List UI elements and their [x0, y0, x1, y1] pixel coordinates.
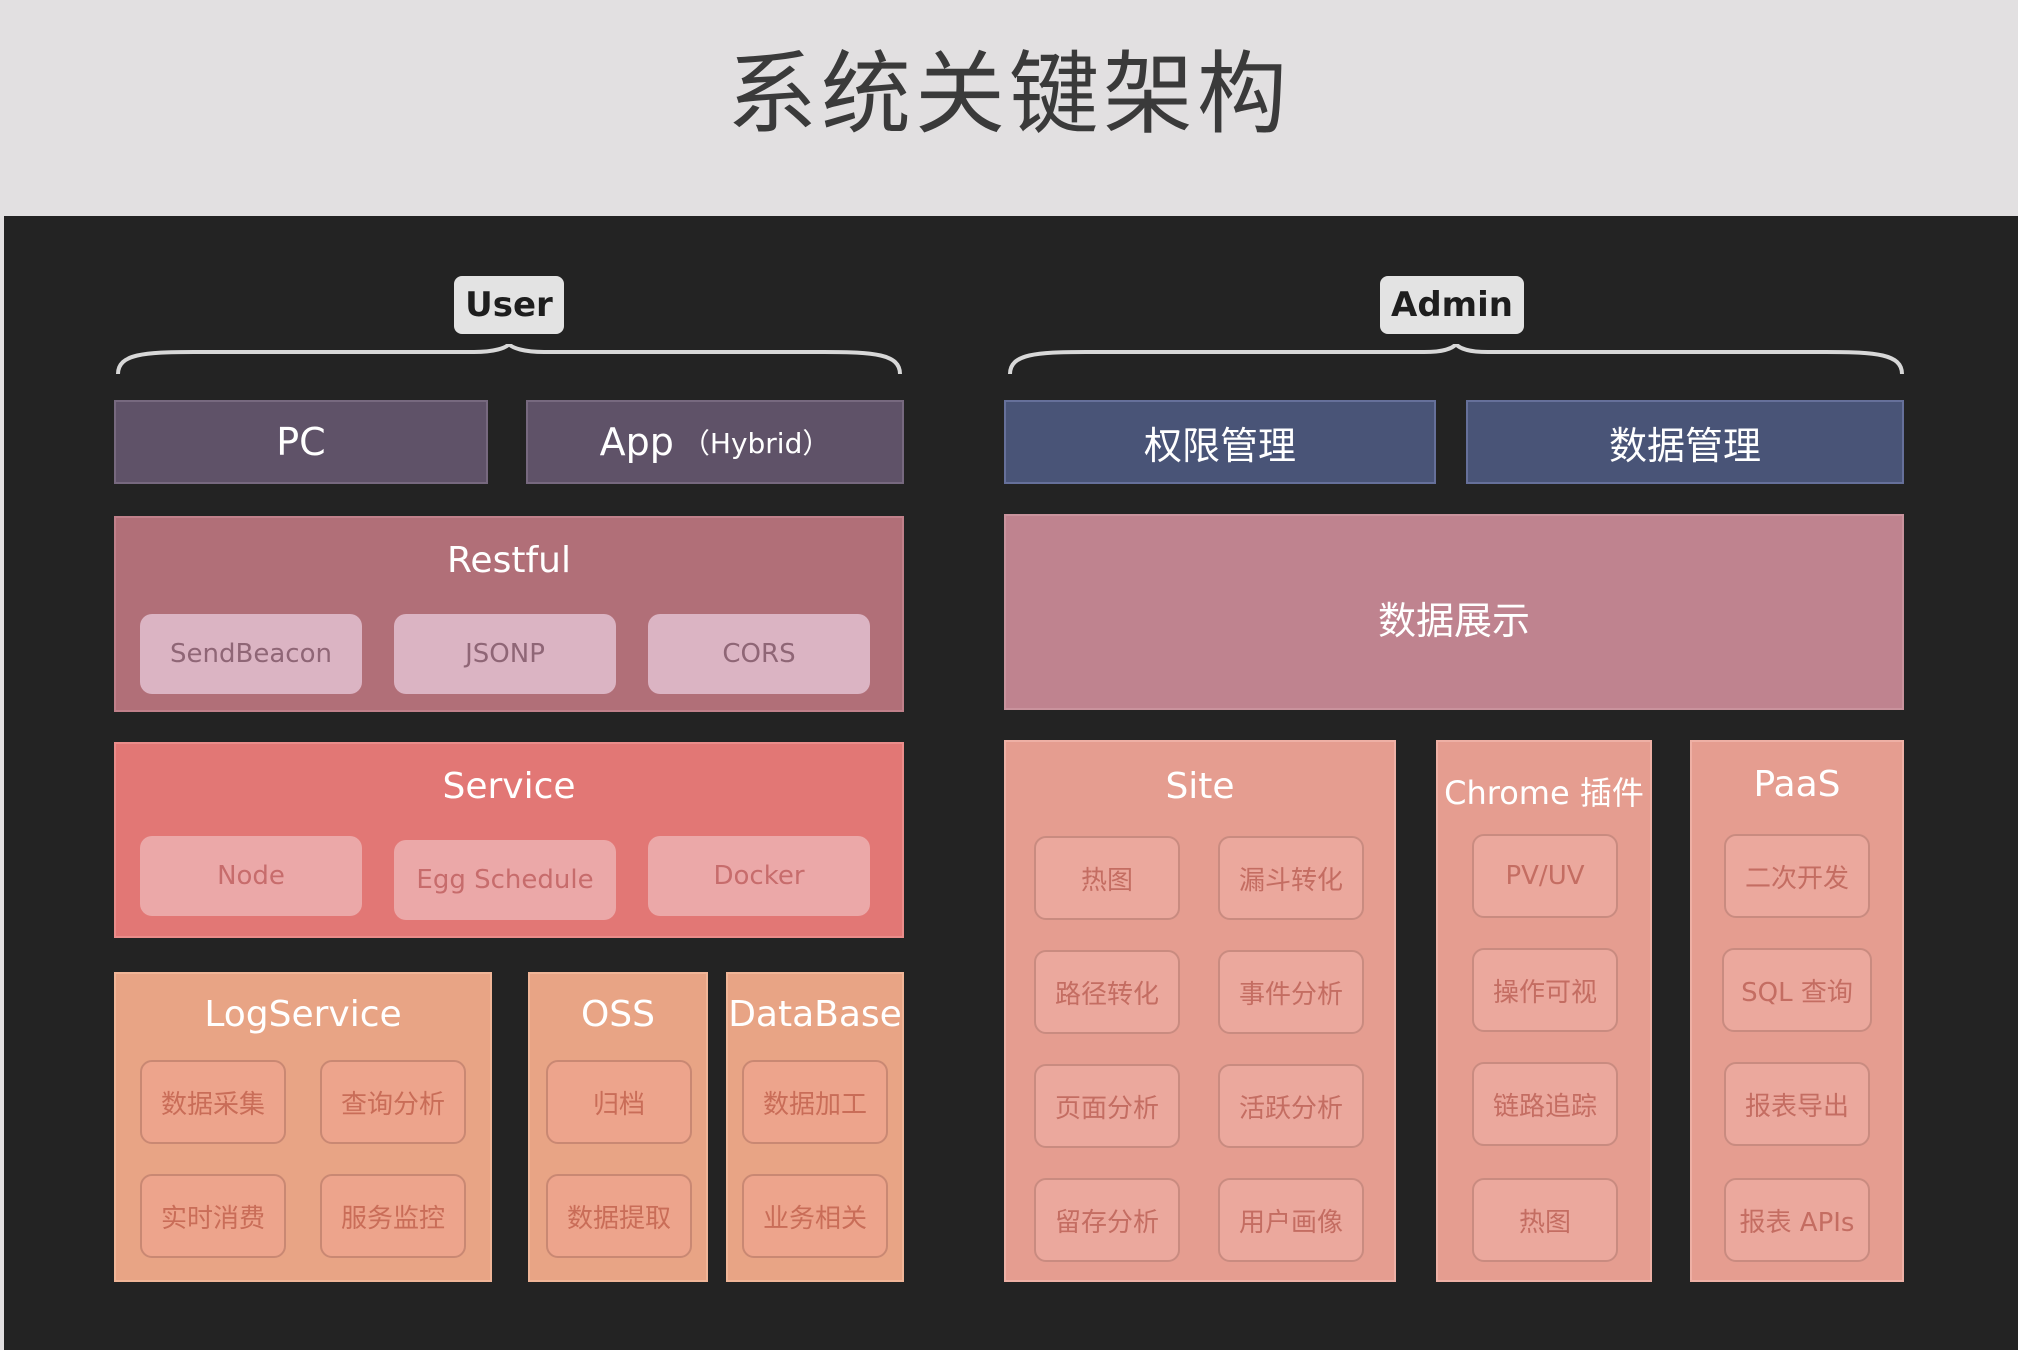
restful-item: SendBeacon [140, 614, 362, 694]
data-display-title: 数据展示 [1377, 599, 1530, 643]
site-item: 事件分析 [1218, 950, 1364, 1034]
oss-block: OSS 归档 数据提取 [528, 972, 708, 1282]
site-item: 留存分析 [1034, 1178, 1180, 1262]
database-block: DataBase 数据加工 业务相关 [726, 972, 904, 1282]
site-item: 用户画像 [1218, 1178, 1364, 1262]
app-suffix: （Hybrid） [681, 427, 831, 460]
logservice-item: 服务监控 [320, 1174, 466, 1258]
paas-item: 二次开发 [1724, 834, 1870, 918]
site-item: 路径转化 [1034, 950, 1180, 1034]
chrome-plugin-item: 热图 [1472, 1178, 1618, 1262]
oss-item: 数据提取 [546, 1174, 692, 1258]
chrome-plugin-item: 链路追踪 [1472, 1062, 1618, 1146]
service-item: Egg Schedule [394, 840, 616, 920]
pc-label: PC [276, 420, 326, 464]
paas-item: 报表导出 [1724, 1062, 1870, 1146]
page-title: 系统关键架构 [727, 42, 1291, 147]
oss-title: OSS [580, 994, 656, 1035]
logservice-item: 数据采集 [140, 1060, 286, 1144]
user-brace [116, 344, 902, 375]
logservice-item: 查询分析 [320, 1060, 466, 1144]
logservice-title: LogService [204, 994, 402, 1035]
service-block: Service Node Egg Schedule Docker [114, 742, 904, 938]
architecture-panel: User PC App （Hybrid） Restful SendBeacon … [4, 216, 2018, 1350]
logservice-item: 实时消费 [140, 1174, 286, 1258]
permission-management: 权限管理 [1004, 400, 1436, 484]
database-title: DataBase [728, 994, 902, 1035]
chrome-plugin-title: Chrome 插件 [1444, 774, 1644, 812]
data-management: 数据管理 [1466, 400, 1904, 484]
paas-block: PaaS 二次开发 SQL 查询 报表导出 报表 APIs [1690, 740, 1904, 1282]
chrome-plugin-block: Chrome 插件 PV/UV 操作可视 链路追踪 热图 [1436, 740, 1652, 1282]
data-display-block: 数据展示 [1004, 514, 1904, 710]
database-item: 数据加工 [742, 1060, 888, 1144]
oss-item: 归档 [546, 1060, 692, 1144]
admin-brace [1008, 344, 1904, 375]
chrome-plugin-item: PV/UV [1472, 834, 1618, 918]
restful-title: Restful [447, 540, 571, 581]
database-item: 业务相关 [742, 1174, 888, 1258]
service-item: Node [140, 836, 362, 916]
app-label: App [599, 420, 674, 464]
data-management-label: 数据管理 [1608, 423, 1761, 468]
user-label: User [454, 276, 564, 334]
app-client: App （Hybrid） [526, 400, 904, 484]
site-item: 页面分析 [1034, 1064, 1180, 1148]
restful-block: Restful SendBeacon JSONP CORS [114, 516, 904, 712]
pc-client: PC [114, 400, 488, 484]
restful-item: CORS [648, 614, 870, 694]
site-block: Site 热图 漏斗转化 路径转化 事件分析 页面分析 活跃分析 留存分析 用户… [1004, 740, 1396, 1282]
site-item: 漏斗转化 [1218, 836, 1364, 920]
service-item: Docker [648, 836, 870, 916]
site-title: Site [1165, 766, 1235, 807]
admin-label: Admin [1380, 276, 1524, 334]
chrome-plugin-item: 操作可视 [1472, 948, 1618, 1032]
paas-item: 报表 APIs [1724, 1178, 1870, 1262]
site-item: 热图 [1034, 836, 1180, 920]
restful-item: JSONP [394, 614, 616, 694]
logservice-block: LogService 数据采集 查询分析 实时消费 服务监控 [114, 972, 492, 1282]
service-title: Service [442, 766, 576, 807]
paas-title: PaaS [1753, 764, 1841, 805]
permission-label: 权限管理 [1143, 423, 1296, 468]
site-item: 活跃分析 [1218, 1064, 1364, 1148]
paas-item: SQL 查询 [1722, 948, 1872, 1032]
